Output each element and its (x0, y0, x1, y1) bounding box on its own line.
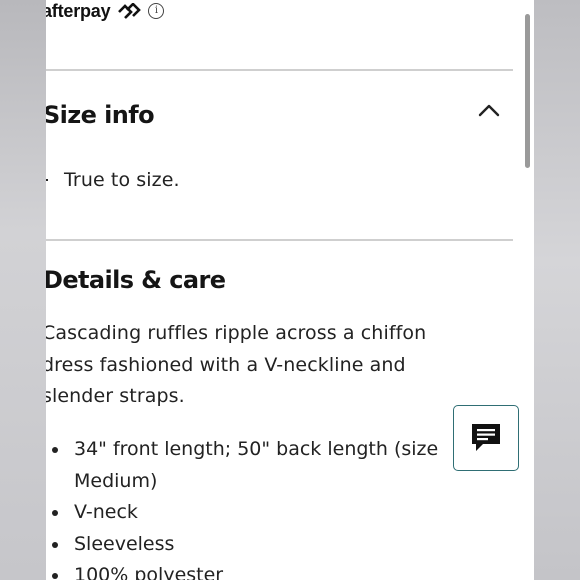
chevron-up-icon[interactable] (478, 103, 500, 117)
bullet-marker (46, 179, 48, 181)
description-line: slender straps. (46, 385, 185, 407)
list-item-continuation: Medium) (50, 466, 520, 498)
product-detail-panel: afterpay i Size info True to size. Detai… (46, 0, 534, 580)
afterpay-logo-icon (118, 3, 142, 19)
bullet-dot (52, 541, 58, 548)
details-care-heading[interactable]: Details & care (46, 266, 226, 294)
list-item-text: 34" front length; 50" back length (size (74, 438, 439, 460)
size-info-heading[interactable]: Size info (46, 101, 155, 129)
bullet-dot (52, 573, 58, 579)
list-item: Sleeveless (50, 529, 520, 561)
background-right (534, 0, 580, 580)
list-item: 34" front length; 50" back length (size (50, 434, 520, 466)
description-line: Cascading ruffles ripple across a chiffo… (46, 322, 427, 344)
list-item-text: V-neck (74, 501, 138, 523)
description-line: dress fashioned with a V-neckline and (46, 353, 406, 376)
background-left (0, 0, 46, 580)
section-divider (46, 69, 513, 71)
list-item: 100% polyester (50, 560, 520, 580)
details-bullet-list: 34" front length; 50" back length (size … (50, 434, 520, 580)
list-item-text: Medium) (74, 469, 158, 492)
afterpay-row: afterpay i (46, 0, 165, 24)
bullet-dot (52, 447, 58, 453)
section-divider (46, 239, 513, 241)
info-icon[interactable]: i (148, 3, 165, 19)
chat-bubble-icon (472, 424, 500, 451)
list-item-text: Sleeveless (74, 532, 175, 555)
list-item-text: 100% polyester (74, 564, 224, 580)
bullet-dot (52, 510, 58, 516)
list-item: V-neck (50, 497, 520, 529)
chat-button[interactable] (453, 405, 519, 471)
scrollbar[interactable] (525, 14, 530, 168)
size-info-text: True to size. (64, 169, 180, 191)
details-description: Cascading ruffles ripple across a chiffo… (46, 318, 426, 413)
afterpay-logo: afterpay (46, 0, 111, 21)
